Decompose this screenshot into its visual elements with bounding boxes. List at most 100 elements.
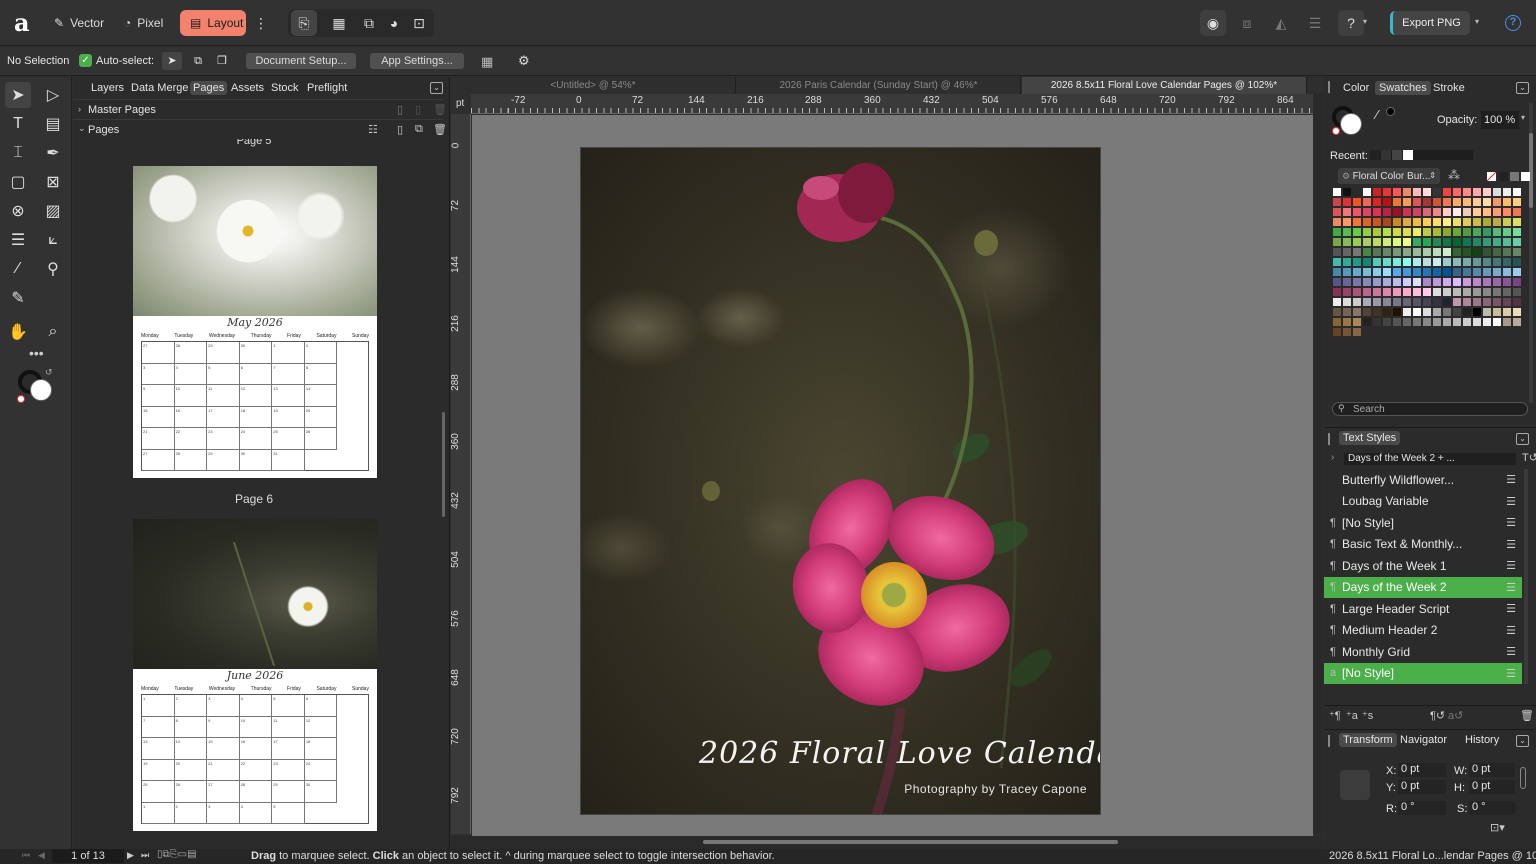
color-swatch[interactable] xyxy=(1343,198,1351,206)
color-swatch[interactable] xyxy=(1463,248,1471,256)
text-wrap-tool-icon[interactable]: ☰ xyxy=(5,227,31,253)
color-swatch[interactable] xyxy=(1483,208,1491,216)
delete-style-icon[interactable]: 🗑 xyxy=(1520,709,1534,722)
color-swatch[interactable] xyxy=(1493,278,1501,286)
shape-icon[interactable]: ◕ xyxy=(381,10,407,36)
page-view-icon[interactable]: ▯⧉⎘▭▤ xyxy=(157,849,197,860)
color-swatch[interactable] xyxy=(1393,208,1401,216)
duplicate-master-icon[interactable]: ▯ xyxy=(415,103,421,116)
recent-swatch[interactable] xyxy=(1392,150,1402,160)
color-swatch[interactable] xyxy=(1403,188,1411,196)
color-swatch[interactable] xyxy=(1413,278,1421,286)
apply-character-icon[interactable]: a↺ xyxy=(1448,709,1463,722)
color-swatch[interactable] xyxy=(1443,268,1451,276)
color-swatch[interactable] xyxy=(1463,268,1471,276)
color-swatch[interactable] xyxy=(1413,288,1421,296)
color-swatch[interactable] xyxy=(1433,238,1441,246)
color-swatch[interactable] xyxy=(1513,228,1521,236)
grid-settings-icon[interactable]: ▦ xyxy=(481,54,493,70)
color-swatch[interactable] xyxy=(1403,208,1411,216)
text-frame-tool-icon[interactable]: T xyxy=(5,111,31,137)
color-swatch[interactable] xyxy=(1433,228,1441,236)
color-swatch[interactable] xyxy=(1363,318,1371,326)
color-swatch[interactable] xyxy=(1343,288,1351,296)
color-swatch[interactable] xyxy=(1343,318,1351,326)
color-swatch[interactable] xyxy=(1363,268,1371,276)
pasteboard[interactable]: 2026 Floral Love Calendar Photography by… xyxy=(472,115,1313,836)
vertical-ruler[interactable]: 0 72 144 216 288 360 432 504 576 648 720… xyxy=(450,114,471,834)
color-swatch[interactable] xyxy=(1483,248,1491,256)
color-swatch[interactable] xyxy=(1403,228,1411,236)
style-options-icon[interactable]: ☰ xyxy=(1506,538,1516,551)
color-swatch[interactable] xyxy=(1473,298,1481,306)
color-swatch[interactable] xyxy=(1353,188,1361,196)
color-swatch[interactable] xyxy=(1393,228,1401,236)
color-picker-tool-icon[interactable]: ✎ xyxy=(5,285,31,311)
text-style-row[interactable]: ¶ [No Style] ☰ xyxy=(1324,512,1522,533)
color-swatch[interactable] xyxy=(1483,278,1491,286)
color-swatch[interactable] xyxy=(1483,268,1491,276)
group-icon[interactable]: ❐ xyxy=(212,52,232,70)
tab-floral-calendar[interactable]: 2026 8.5x11 Floral Love Calendar Pages @… xyxy=(1022,77,1307,94)
color-swatch[interactable] xyxy=(1443,208,1451,216)
color-swatch[interactable] xyxy=(1373,208,1381,216)
color-swatch[interactable] xyxy=(1463,238,1471,246)
color-swatch[interactable] xyxy=(1393,198,1401,206)
color-swatch[interactable] xyxy=(1473,238,1481,246)
app-settings-button[interactable]: App Settings... xyxy=(370,53,464,69)
color-swatch[interactable] xyxy=(1333,328,1341,336)
color-swatch[interactable] xyxy=(1343,248,1351,256)
add-master-icon[interactable]: ▯ xyxy=(397,103,403,116)
gear-icon[interactable]: ⚙ xyxy=(518,53,530,69)
color-swatch[interactable] xyxy=(1503,238,1511,246)
color-swatch[interactable] xyxy=(1443,248,1451,256)
document-setup-button[interactable]: Document Setup... xyxy=(246,53,356,69)
color-swatch[interactable] xyxy=(1423,208,1431,216)
color-swatch[interactable] xyxy=(1353,278,1361,286)
color-swatch[interactable] xyxy=(1463,258,1471,266)
color-swatch[interactable] xyxy=(1453,318,1461,326)
color-swatch[interactable] xyxy=(1383,268,1391,276)
color-swatch[interactable] xyxy=(1503,218,1511,226)
color-swatch[interactable] xyxy=(1413,228,1421,236)
color-swatch[interactable] xyxy=(1373,248,1381,256)
color-swatch[interactable] xyxy=(1413,268,1421,276)
color-swatch[interactable] xyxy=(1373,218,1381,226)
color-swatch[interactable] xyxy=(1503,318,1511,326)
color-swatch[interactable] xyxy=(1483,188,1491,196)
color-swatch[interactable] xyxy=(1493,288,1501,296)
preview-icon[interactable]: ◉ xyxy=(1200,10,1226,36)
color-swatch[interactable] xyxy=(1513,278,1521,286)
color-swatch[interactable] xyxy=(1383,238,1391,246)
color-swatch[interactable] xyxy=(1393,308,1401,316)
color-swatch[interactable] xyxy=(1393,288,1401,296)
color-swatch[interactable] xyxy=(1363,298,1371,306)
color-swatch[interactable] xyxy=(1483,288,1491,296)
color-swatch[interactable] xyxy=(1473,198,1481,206)
color-swatch[interactable] xyxy=(1453,228,1461,236)
color-swatch[interactable] xyxy=(1393,298,1401,306)
color-swatch[interactable] xyxy=(1373,318,1381,326)
color-swatch[interactable] xyxy=(1493,308,1501,316)
color-swatch[interactable] xyxy=(1353,318,1361,326)
color-swatch[interactable] xyxy=(1423,228,1431,236)
h-field[interactable]: 0 pt xyxy=(1469,780,1515,794)
transform-icon[interactable]: ⧉ xyxy=(356,10,382,36)
export-dropdown-icon[interactable]: ▾ xyxy=(1475,17,1479,26)
color-swatch[interactable] xyxy=(1363,188,1371,196)
color-swatch[interactable] xyxy=(1373,238,1381,246)
swatches-scrollbar[interactable] xyxy=(1529,103,1533,403)
color-swatch[interactable] xyxy=(1463,198,1471,206)
x-field[interactable]: 0 pt xyxy=(1398,763,1446,777)
color-swatch[interactable] xyxy=(1403,248,1411,256)
color-swatch[interactable] xyxy=(1353,218,1361,226)
color-swatch[interactable] xyxy=(1493,198,1501,206)
palette-select[interactable]: ⚙ Floral Color Bur... ⇕ xyxy=(1338,168,1440,184)
text-frame-icon[interactable]: ⎘ xyxy=(291,10,317,36)
color-swatch[interactable] xyxy=(1423,298,1431,306)
color-swatch[interactable] xyxy=(1383,308,1391,316)
flip-icon[interactable]: ◭ xyxy=(1268,10,1294,36)
color-swatch[interactable] xyxy=(1493,228,1501,236)
color-swatch[interactable] xyxy=(1493,258,1501,266)
apply-paragraph-icon[interactable]: ¶↺ xyxy=(1430,709,1445,722)
